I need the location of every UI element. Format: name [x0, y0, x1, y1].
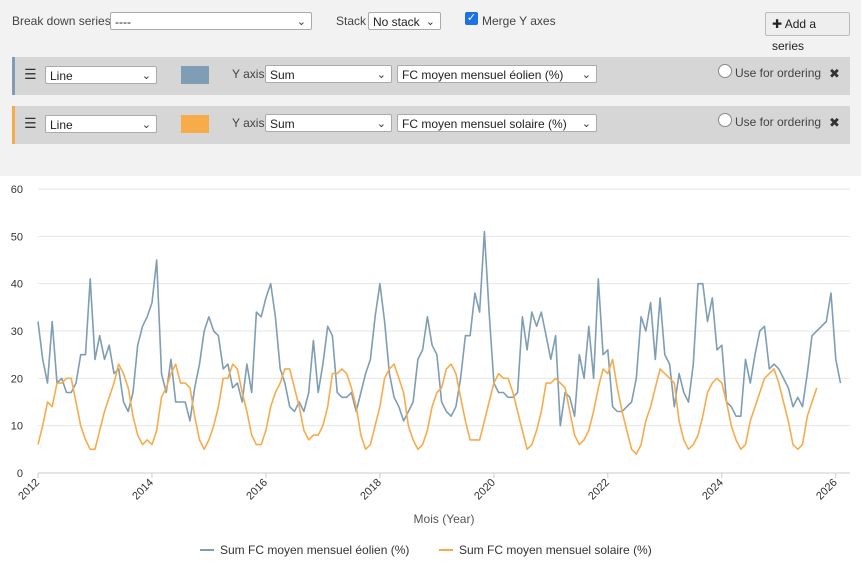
x-tick-label: 2022: [586, 477, 612, 503]
merge-y-axes-label: Merge Y axes: [482, 14, 556, 28]
merge-y-axes-checkbox[interactable]: ✓: [465, 12, 478, 25]
chevron-down-icon: ⌄: [141, 119, 151, 131]
aggregation-select[interactable]: Sum ⌄: [265, 65, 392, 83]
drag-handle-icon[interactable]: ☰: [24, 115, 37, 132]
chart-gridlines: [38, 188, 850, 427]
series-type-value: Line: [50, 69, 73, 83]
chevron-down-icon: ⌄: [376, 118, 386, 130]
close-icon[interactable]: ✖: [829, 66, 840, 82]
legend-label: Sum FC moyen mensuel solaire (%): [459, 543, 652, 557]
chevron-down-icon: ⌄: [296, 16, 306, 28]
aggregation-value: Sum: [270, 68, 295, 82]
drag-handle-icon[interactable]: ☰: [24, 66, 37, 83]
stack-select[interactable]: No stack ⌄: [368, 12, 441, 30]
line-chart: 0102030405060 2012 2014 2016 2018 2020 2022 20…: [11, 184, 850, 557]
breakdown-label: Break down series: [12, 14, 111, 28]
plus-icon: ✚: [772, 17, 783, 31]
series-type-select[interactable]: Line ⌄: [45, 115, 157, 133]
breakdown-select[interactable]: ---- ⌄: [110, 12, 312, 30]
aggregation-value: Sum: [270, 117, 295, 131]
stack-label: Stack: [336, 14, 367, 28]
x-tick-label: 2016: [244, 477, 270, 503]
chart-legend: Sum FC moyen mensuel éolien (%) Sum FC mo…: [200, 543, 652, 557]
series-type-select[interactable]: Line ⌄: [45, 66, 157, 84]
use-for-ordering-label: Use for ordering: [735, 66, 822, 80]
chevron-down-icon: ⌄: [376, 69, 386, 81]
series-color-swatch[interactable]: [181, 66, 209, 84]
x-tick-label: 2014: [130, 477, 156, 503]
x-tick-label: 2020: [472, 477, 498, 503]
close-icon[interactable]: ✖: [829, 115, 840, 131]
field-value: FC moyen mensuel éolien (%): [402, 68, 564, 82]
legend-label: Sum FC moyen mensuel éolien (%): [220, 543, 409, 557]
breakdown-value: ----: [115, 15, 131, 29]
y-axis-ticks: 0 10 20 30 40 50 60: [11, 184, 23, 480]
stack-value: No stack: [373, 15, 420, 29]
x-tick-label: 2018: [358, 477, 384, 503]
field-select[interactable]: FC moyen mensuel éolien (%) ⌄: [397, 65, 597, 83]
series-row-eolien: ☰ Line ⌄ Y axis Sum ⌄ FC moyen mensuel é…: [12, 57, 850, 95]
series-row-solaire: ☰ Line ⌄ Y axis Sum ⌄ FC moyen mensuel s…: [12, 106, 850, 144]
chevron-down-icon: ⌄: [141, 70, 151, 82]
use-for-ordering-label: Use for ordering: [735, 115, 822, 129]
y-tick-label: 10: [11, 421, 23, 433]
x-tick-label: 2024: [700, 477, 726, 503]
series-color-swatch[interactable]: [181, 115, 209, 133]
aggregation-select[interactable]: Sum ⌄: [265, 114, 392, 132]
series-color-bar: [12, 57, 15, 95]
series-color-bar: [12, 106, 15, 144]
x-axis-ticks: 2012 2014 2016 2018 2020 2022 2024 2026: [16, 473, 840, 502]
field-value: FC moyen mensuel solaire (%): [402, 117, 567, 131]
y-tick-label: 0: [17, 468, 23, 480]
use-for-ordering-radio[interactable]: [718, 64, 732, 78]
y-tick-label: 60: [11, 184, 23, 196]
add-series-button[interactable]: ✚ Add a series: [765, 12, 850, 53]
series-line-0: [37, 230, 842, 427]
x-axis-title: Mois (Year): [414, 512, 475, 526]
field-select[interactable]: FC moyen mensuel solaire (%) ⌄: [397, 114, 597, 132]
series-type-value: Line: [50, 118, 73, 132]
x-tick-label: 2012: [16, 477, 42, 503]
y-tick-label: 20: [11, 373, 23, 385]
y-tick-label: 30: [11, 326, 23, 338]
use-for-ordering-radio[interactable]: [718, 113, 732, 127]
y-axis-label: Y axis: [232, 116, 265, 130]
x-tick-label: 2026: [814, 477, 840, 503]
series-config-panel: Break down series ---- ⌄ Stack No stack …: [0, 0, 861, 176]
chevron-down-icon: ⌄: [581, 118, 591, 130]
y-tick-label: 50: [11, 231, 23, 243]
series-line-1: [37, 358, 818, 455]
chart-series: [37, 230, 842, 455]
chevron-down-icon: ⌄: [581, 69, 591, 81]
y-axis-label: Y axis: [232, 67, 265, 81]
chevron-down-icon: ⌄: [425, 16, 435, 28]
y-tick-label: 40: [11, 279, 23, 291]
